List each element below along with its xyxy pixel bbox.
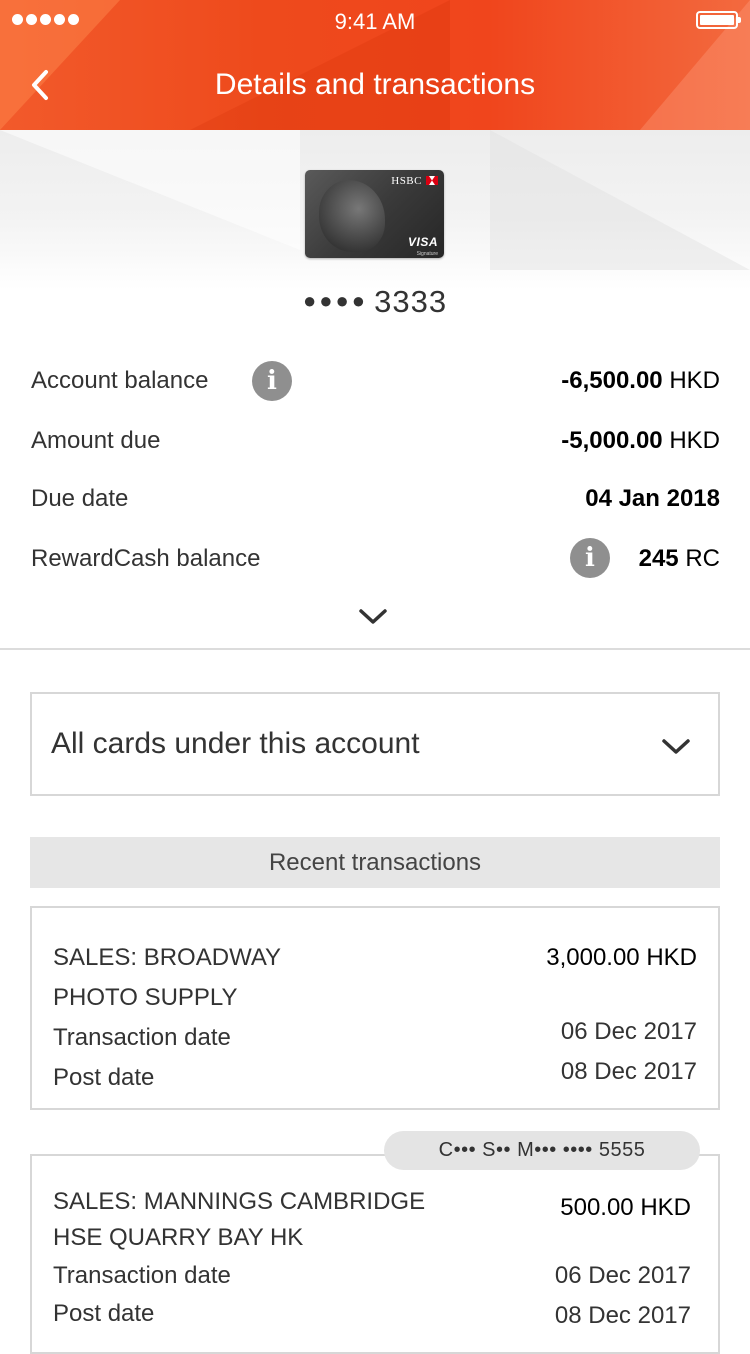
status-bar: 9:41 AM: [0, 0, 750, 44]
account-balance-label: Account balance: [31, 367, 209, 394]
amount-due-row: Amount due -5,000.00 HKD: [31, 421, 720, 461]
card-number-mask: ●●●●: [302, 288, 369, 313]
status-time: 9:41 AM: [334, 9, 416, 34]
cardholder-badge: C••• S•• M••• •••• 5555: [384, 1131, 700, 1170]
card-network: VISA: [407, 235, 438, 249]
amount-due-currency: HKD: [669, 427, 720, 454]
hsbc-logo-icon: [426, 176, 438, 185]
section-divider: [0, 648, 750, 650]
transaction-item[interactable]: SALES: BROADWAY PHOTO SUPPLY 3,000.00 HK…: [30, 906, 720, 1110]
due-date-value: 04 Jan 2018: [585, 479, 720, 519]
transaction-date-label: Transaction date: [53, 1024, 231, 1051]
rewardcash-row: RewardCash balance 245 RC: [31, 539, 720, 579]
account-balance-currency: HKD: [669, 367, 720, 394]
rewardcash-value: 245 RC: [639, 539, 720, 579]
card-filter-selected: All cards under this account: [51, 727, 420, 760]
header-bar: 9:41 AM Details and transactions: [0, 0, 750, 130]
rewardcash-label: RewardCash balance: [31, 545, 261, 572]
chevron-down-icon: [359, 609, 387, 624]
card-filter-dropdown[interactable]: All cards under this account: [30, 692, 720, 796]
account-balance-value: -6,500.00 HKD: [561, 361, 720, 401]
transaction-description: SALES: MANNINGS CAMBRIDGE: [53, 1188, 426, 1215]
expand-details-button[interactable]: [357, 604, 389, 628]
transaction-item[interactable]: SALES: MANNINGS CAMBRIDGE HSE QUARRY BAY…: [30, 1154, 720, 1354]
card-number: ●●●● 3333: [0, 284, 750, 320]
card-brand: HSBC: [391, 175, 422, 187]
due-date-label: Due date: [31, 485, 129, 512]
rewardcash-unit: RC: [685, 545, 720, 572]
chevron-down-icon: [662, 739, 690, 754]
post-date: 08 Dec 2017: [554, 1302, 691, 1329]
recent-transactions-header: Recent transactions: [30, 837, 720, 888]
transaction-date: 06 Dec 2017: [560, 1018, 697, 1045]
page-title: Details and transactions: [214, 68, 536, 101]
banner-decoration: [0, 130, 300, 250]
account-balance-amount: -6,500.00: [561, 367, 663, 394]
due-date-row: Due date 04 Jan 2018: [31, 479, 720, 519]
transaction-date-label: Transaction date: [53, 1262, 231, 1289]
transaction-amount: 500.00 HKD: [560, 1194, 691, 1221]
card-tier: Signature: [416, 251, 438, 257]
info-icon[interactable]: i: [570, 538, 610, 578]
due-date-text: 04 Jan 2018: [585, 485, 720, 512]
account-balance-row: Account balance -6,500.00 HKD: [31, 361, 720, 401]
post-date-label: Post date: [53, 1064, 155, 1091]
battery-icon: [696, 11, 741, 29]
transaction-description-line2: HSE QUARRY BAY HK: [53, 1224, 304, 1251]
transaction-description-line2: PHOTO SUPPLY: [53, 984, 238, 1011]
transaction-description: SALES: BROADWAY: [53, 944, 282, 971]
amount-due-label: Amount due: [31, 427, 161, 454]
info-icon[interactable]: i: [252, 361, 292, 401]
transaction-amount: 3,000.00 HKD: [546, 944, 697, 971]
rewardcash-amount: 245: [638, 545, 679, 572]
amount-due-amount: -5,000.00: [561, 427, 663, 454]
credit-card-image: HSBC VISA Signature: [305, 170, 444, 258]
card-banner: HSBC VISA Signature: [0, 130, 750, 290]
post-date: 08 Dec 2017: [560, 1058, 697, 1085]
transaction-date: 06 Dec 2017: [554, 1262, 691, 1289]
amount-due-value: -5,000.00 HKD: [561, 421, 720, 461]
post-date-label: Post date: [53, 1300, 155, 1327]
banner-decoration: [490, 130, 750, 270]
card-lion-artwork: [319, 180, 385, 252]
card-last-digits: 3333: [374, 284, 448, 319]
